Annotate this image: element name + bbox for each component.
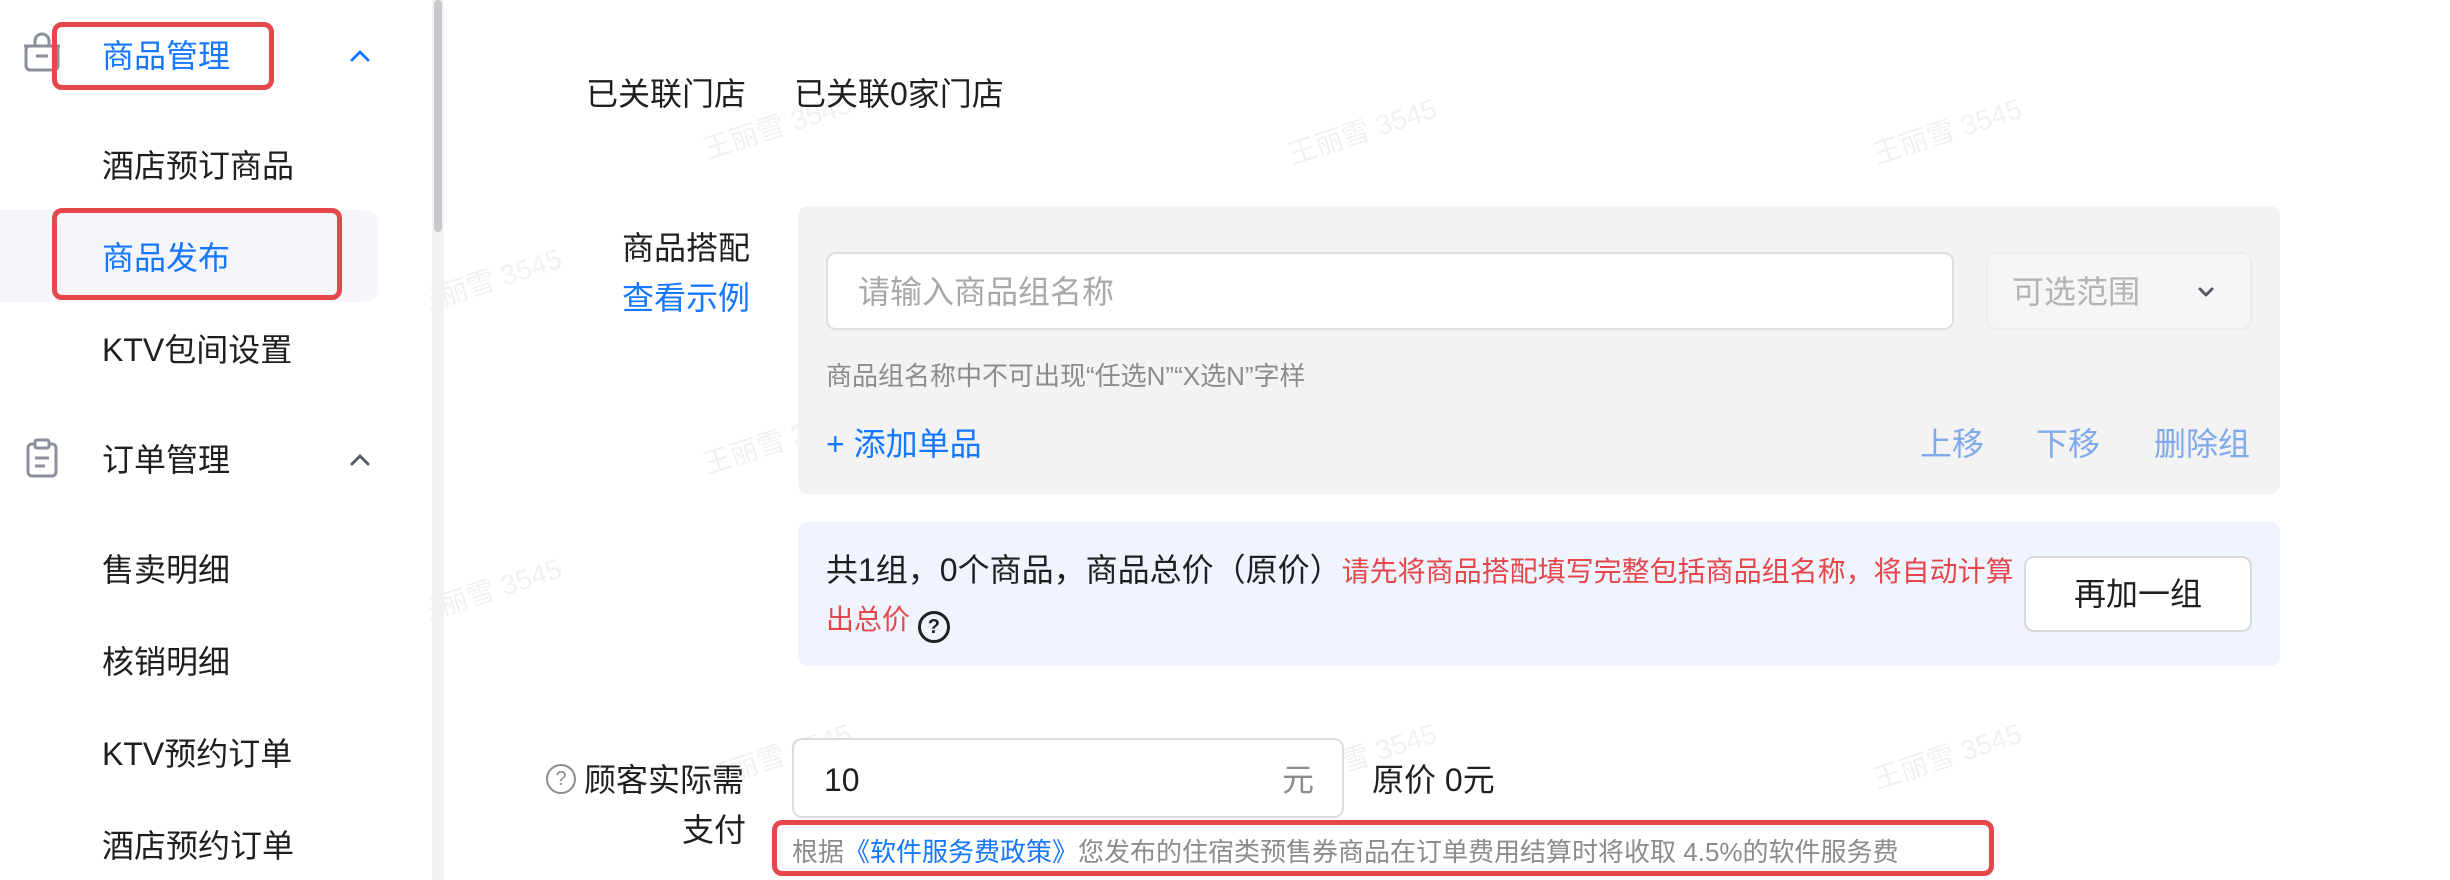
original-price: 原价 0元 <box>1372 762 1495 798</box>
linked-stores-label: 已关联门店 <box>586 76 747 112</box>
summary-line: 共1组，0个商品，商品总价（原价）请先将商品搭配填写完整包括商品组名称，将自动计… <box>826 550 2014 592</box>
help-icon[interactable]: ? <box>917 611 950 643</box>
sidebar-item-ktv-reservation-orders[interactable]: KTV预约订单 <box>102 734 292 774</box>
sidebar-item-hotel-booking-product[interactable]: 酒店预订商品 <box>102 146 294 186</box>
sidebar-scrollbar-thumb[interactable] <box>434 0 442 232</box>
add-item-link[interactable]: + 添加单品 <box>826 424 982 464</box>
help-circle-icon[interactable]: ? <box>546 764 576 794</box>
clipboard-icon <box>20 436 64 480</box>
summary-text: 共1组，0个商品，商品总价（原价） <box>826 552 1342 588</box>
watermark: 王丽雪 3545 <box>1284 92 1441 170</box>
sidebar-item-hotel-reservation-orders[interactable]: 酒店预约订单 <box>102 826 294 866</box>
actual-payment-input[interactable] <box>792 738 1344 818</box>
delete-group-button[interactable]: 删除组 <box>2154 424 2250 464</box>
highlight-box-product-publish <box>52 208 342 300</box>
group-name-hint: 商品组名称中不可出现“任选N”“X选N”字样 <box>826 361 1306 391</box>
move-down-button[interactable]: 下移 <box>2036 424 2100 464</box>
summary-line-2: 出总价 ? <box>826 600 950 643</box>
sidebar: 商品管理 酒店预订商品 商品发布 KTV包间设置 订单管理 售卖明细 核销明细 … <box>0 0 430 880</box>
actual-payment-label: 顾客实际需 <box>584 762 745 798</box>
add-group-button[interactable]: 再加一组 <box>2024 556 2252 632</box>
range-select-placeholder: 可选范围 <box>2012 274 2141 310</box>
linked-stores-value: 已关联0家门店 <box>794 76 1004 112</box>
chevron-up-icon <box>346 446 374 474</box>
sidebar-group-label: 订单管理 <box>102 442 231 478</box>
move-up-button[interactable]: 上移 <box>1920 424 1984 464</box>
highlight-box-service-fee-notice <box>772 820 1994 876</box>
sidebar-item-verification-detail[interactable]: 核销明细 <box>102 642 230 682</box>
sidebar-group-order-management[interactable]: 订单管理 <box>0 424 400 496</box>
sidebar-item-ktv-room-settings[interactable]: KTV包间设置 <box>102 330 292 370</box>
watermark: 王丽雪 3545 <box>1869 92 2026 170</box>
watermark: 王丽雪 3545 <box>1869 717 2026 795</box>
highlight-box-product-management <box>52 22 274 90</box>
sidebar-item-sales-detail[interactable]: 售卖明细 <box>102 550 230 590</box>
summary-warning-continued: 出总价 <box>826 604 911 635</box>
group-name-placeholder: 请输入商品组名称 <box>858 274 1115 310</box>
actual-payment-unit: 元 <box>1282 762 1315 798</box>
chevron-up-icon <box>346 42 374 70</box>
actual-payment-value: 10 <box>824 762 860 798</box>
combo-label: 商品搭配 <box>622 230 751 266</box>
summary-warning: 请先将商品搭配填写完整包括商品组名称，将自动计算 <box>1341 556 2014 587</box>
chevron-down-icon <box>2192 278 2220 306</box>
actual-payment-label-line2: 支付 <box>682 812 747 848</box>
view-example-link[interactable]: 查看示例 <box>622 278 750 318</box>
